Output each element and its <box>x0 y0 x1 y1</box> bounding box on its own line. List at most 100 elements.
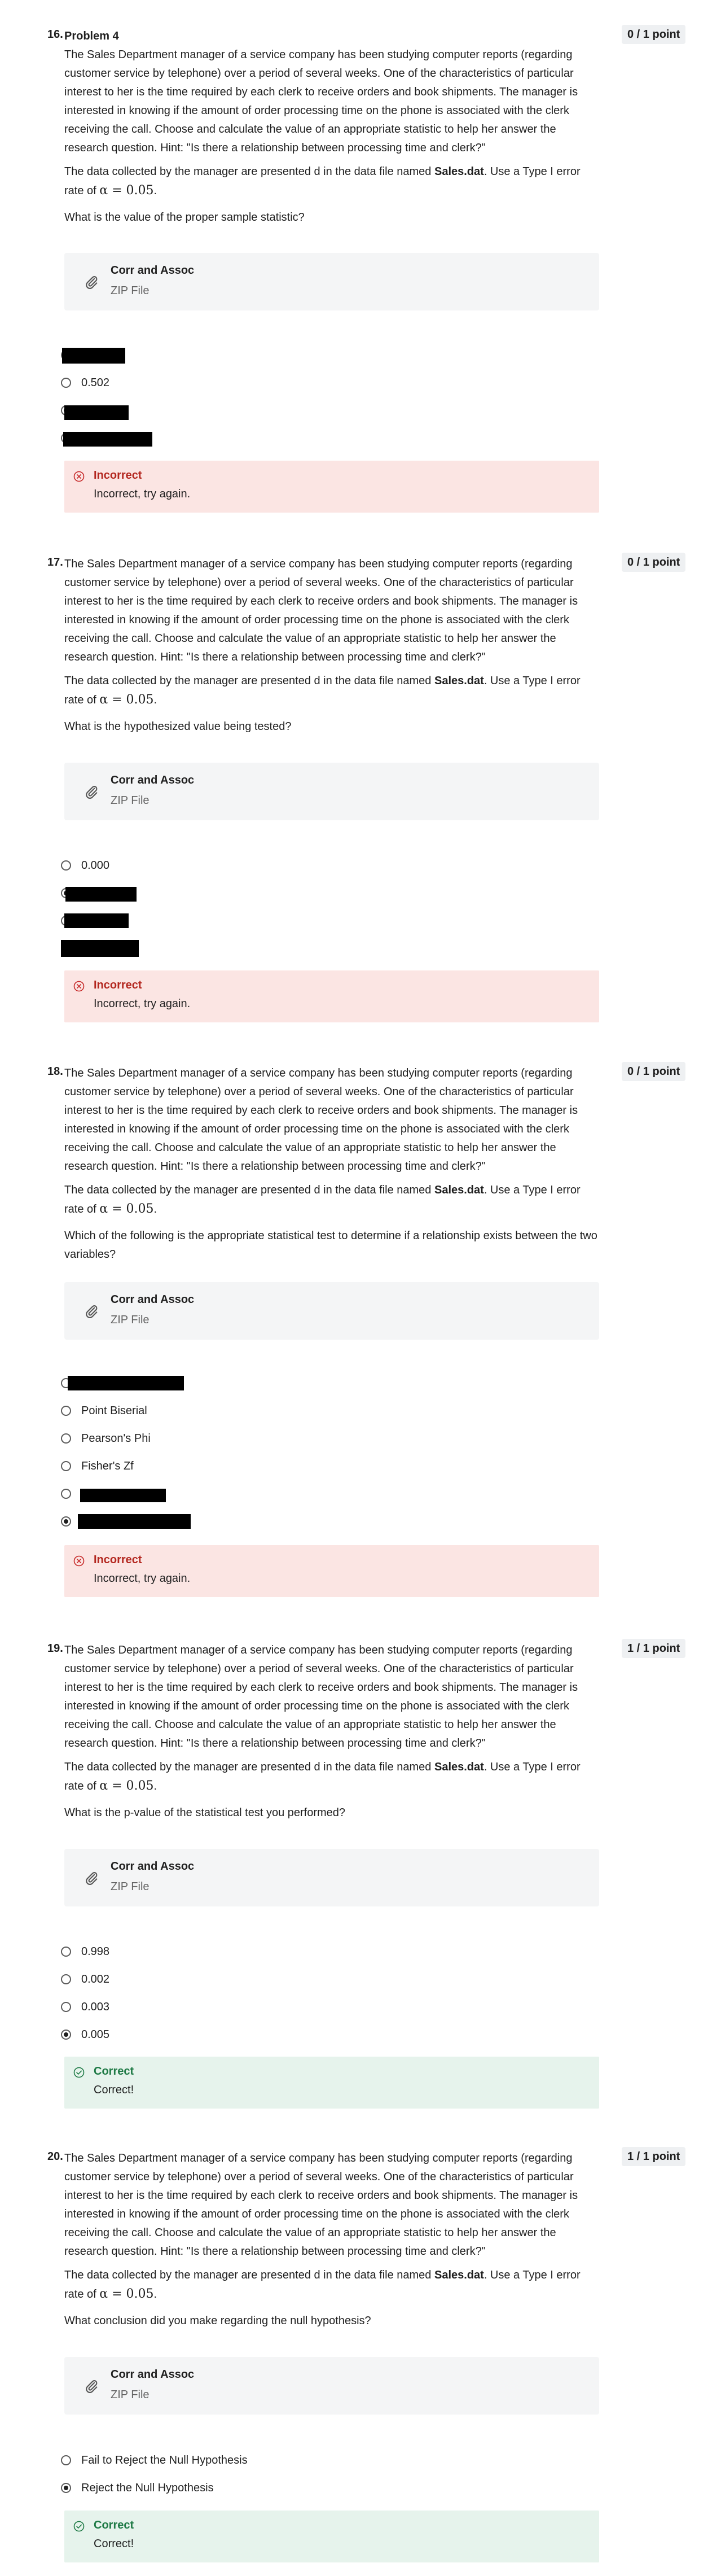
attachment-card[interactable]: Corr and Assoc ZIP File <box>64 763 599 820</box>
feedback-text: Incorrect, try again. <box>94 1572 191 1585</box>
alpha-value: α = 0.05 <box>99 693 154 707</box>
paperclip-icon <box>86 2380 98 2393</box>
feedback-incorrect: Incorrect Incorrect, try again. <box>64 1545 599 1597</box>
data-file-name: Sales.dat <box>434 1184 484 1196</box>
redaction-bar <box>78 1514 191 1529</box>
answer-option[interactable] <box>61 1513 191 1530</box>
answer-option[interactable] <box>61 1375 184 1392</box>
answer-option[interactable]: 0.502 <box>61 374 109 391</box>
answer-option[interactable]: Fail to Reject the Null Hypothesis <box>61 2452 248 2469</box>
question-prompt: Which of the following is the appropriat… <box>64 1230 597 1261</box>
answer-option[interactable]: 0.003 <box>61 1998 109 2015</box>
question-prompt: What conclusion did you make regarding t… <box>64 2315 371 2327</box>
answer-option[interactable]: Fisher's Zf <box>61 1458 134 1475</box>
redaction-bar <box>65 887 137 902</box>
alpha-value: α = 0.05 <box>99 1779 154 1793</box>
answer-option[interactable]: 0.002 <box>61 1971 109 1988</box>
problem-text: The Sales Department manager of a servic… <box>64 1644 578 1750</box>
paperclip-icon <box>86 1305 98 1318</box>
radio-button[interactable] <box>61 1516 71 1527</box>
feedback-correct: Correct Correct! <box>64 2511 599 2562</box>
error-circle-icon <box>73 1555 85 1567</box>
question-number: 19. <box>47 1642 63 1655</box>
answer-option[interactable]: 0.005 <box>61 2026 109 2043</box>
option-label: 0.000 <box>81 859 110 872</box>
alpha-value: α = 0.05 <box>99 183 154 198</box>
radio-button[interactable] <box>61 2002 71 2012</box>
question-body: The Sales Department manager of a servic… <box>64 2149 599 2336</box>
answer-option[interactable] <box>61 347 125 364</box>
radio-button[interactable] <box>61 1433 71 1444</box>
answer-option[interactable] <box>61 430 152 447</box>
attachment-name: Corr and Assoc <box>111 1293 195 1306</box>
radio-button[interactable] <box>61 2455 71 2465</box>
redaction-bar <box>64 913 129 928</box>
redaction-bar <box>62 348 125 364</box>
question-body: The Sales Department manager of a servic… <box>64 1641 599 1827</box>
radio-button[interactable] <box>61 2483 71 2493</box>
attachment-name: Corr and Assoc <box>111 2368 195 2381</box>
radio-button[interactable] <box>61 1406 71 1416</box>
data-description: The data collected by the manager are pr… <box>64 1184 581 1216</box>
alpha-value: α = 0.05 <box>99 1202 154 1216</box>
data-description: The data collected by the manager are pr… <box>64 2269 581 2301</box>
question-prompt: What is the value of the proper sample s… <box>64 211 305 224</box>
answer-option[interactable]: Reject the Null Hypothesis <box>61 2479 214 2496</box>
question-number: 18. <box>47 1065 63 1078</box>
radio-button[interactable] <box>61 1947 71 1957</box>
question-prompt: What is the hypothesized value being tes… <box>64 720 292 733</box>
check-circle-icon <box>73 2521 85 2532</box>
alpha-value: α = 0.05 <box>99 2287 154 2301</box>
radio-button[interactable] <box>61 378 71 388</box>
feedback-incorrect: Incorrect Incorrect, try again. <box>64 461 599 513</box>
option-label: Reject the Null Hypothesis <box>81 2481 214 2494</box>
option-label: Pearson's Phi <box>81 1432 151 1445</box>
question-number: 20. <box>47 2150 63 2163</box>
question-number: 16. <box>47 28 63 41</box>
redaction-bar <box>80 1489 166 1502</box>
attachment-card[interactable]: Corr and Assoc ZIP File <box>64 253 599 310</box>
attachment-type: ZIP File <box>111 1880 150 1893</box>
check-circle-icon <box>73 2067 85 2078</box>
data-description: The data collected by the manager are pr… <box>64 675 581 707</box>
answer-option[interactable]: Pearson's Phi <box>61 1430 151 1447</box>
points-badge: 0 / 1 point <box>622 25 686 44</box>
attachment-type: ZIP File <box>111 794 150 807</box>
option-label: Fisher's Zf <box>81 1459 134 1472</box>
answer-option[interactable]: 0.998 <box>61 1943 109 1960</box>
data-file-name: Sales.dat <box>434 675 484 687</box>
answer-option[interactable] <box>61 912 129 929</box>
redaction-bar <box>64 405 129 420</box>
problem-text: The Sales Department manager of a servic… <box>64 49 578 154</box>
answer-option[interactable] <box>61 940 139 957</box>
problem-text: The Sales Department manager of a servic… <box>64 1067 578 1173</box>
attachment-type: ZIP File <box>111 2389 150 2401</box>
option-label: 0.998 <box>81 1945 110 1958</box>
option-label: 0.005 <box>81 2028 110 2041</box>
attachment-card[interactable]: Corr and Assoc ZIP File <box>64 2357 599 2415</box>
radio-button[interactable] <box>61 1461 71 1471</box>
answer-option[interactable]: Point Biserial <box>61 1402 147 1419</box>
data-description: The data collected by the manager are pr… <box>64 1761 581 1793</box>
option-label: Point Biserial <box>81 1404 147 1417</box>
paperclip-icon <box>86 785 98 799</box>
points-badge: 0 / 1 point <box>622 553 686 572</box>
question-body: Problem 4 The Sales Department manager o… <box>64 27 599 232</box>
radio-button[interactable] <box>61 860 71 871</box>
attachment-card[interactable]: Corr and Assoc ZIP File <box>64 1849 599 1906</box>
feedback-incorrect: Incorrect Incorrect, try again. <box>64 970 599 1022</box>
answer-option[interactable] <box>61 402 129 420</box>
answer-option[interactable]: 0.000 <box>61 857 109 874</box>
data-file-name: Sales.dat <box>434 165 484 178</box>
redaction-bar <box>61 940 139 957</box>
answer-option[interactable] <box>61 885 137 902</box>
answer-option[interactable] <box>61 1485 166 1502</box>
points-badge: 1 / 1 point <box>622 1639 686 1658</box>
radio-button[interactable] <box>61 1974 71 1984</box>
attachment-type: ZIP File <box>111 285 150 297</box>
radio-button[interactable] <box>61 1489 71 1499</box>
attachment-type: ZIP File <box>111 1314 150 1326</box>
option-label: 0.502 <box>81 376 110 389</box>
attachment-card[interactable]: Corr and Assoc ZIP File <box>64 1282 599 1340</box>
radio-button[interactable] <box>61 2030 71 2040</box>
